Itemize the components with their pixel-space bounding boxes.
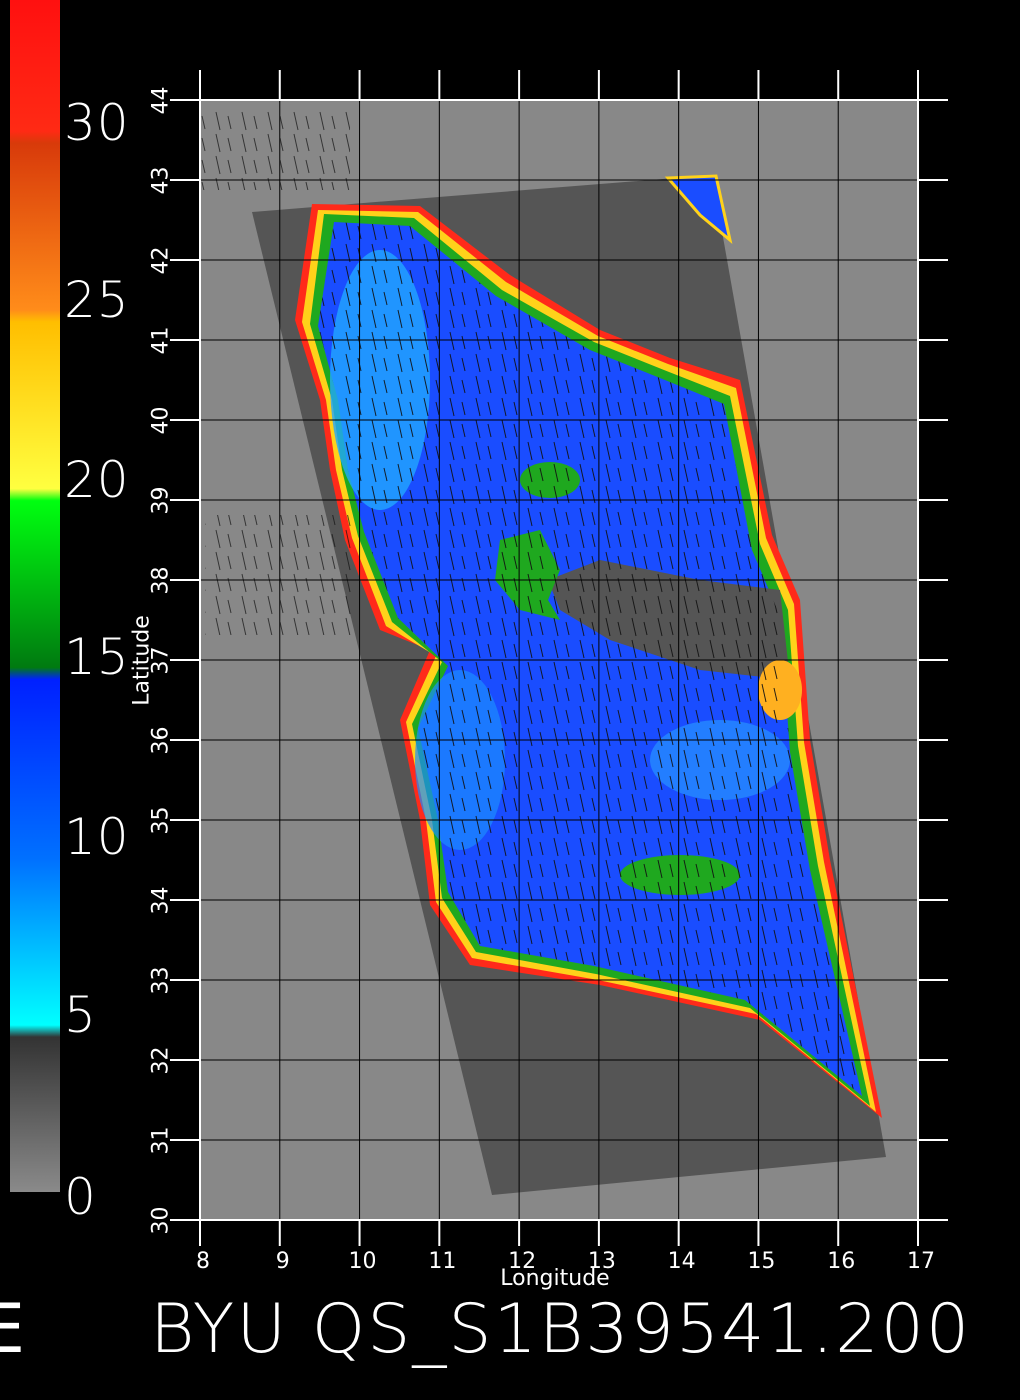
lat-tick-label: 36 bbox=[148, 726, 174, 755]
x-axis-title: Longitude bbox=[500, 1266, 610, 1291]
lon-tick-label: 14 bbox=[667, 1249, 696, 1274]
colorbar-label: 0 bbox=[64, 1168, 97, 1226]
lat-tick-label: 34 bbox=[148, 886, 174, 915]
colorbar bbox=[10, 0, 60, 1192]
lon-tick-label: 17 bbox=[907, 1249, 935, 1274]
colorbar-label: 25 bbox=[64, 271, 130, 329]
footer-edge-text: E bbox=[0, 1290, 25, 1369]
lat-tick-label: 39 bbox=[148, 486, 174, 515]
colorbar-label: 5 bbox=[64, 986, 97, 1044]
lat-tick-label: 31 bbox=[148, 1126, 174, 1155]
lat-tick-label: 43 bbox=[148, 166, 174, 195]
lat-tick-label: 35 bbox=[148, 806, 174, 835]
lon-tick-label: 11 bbox=[428, 1249, 457, 1274]
lon-tick-label: 16 bbox=[827, 1249, 856, 1274]
colorbar-label: 15 bbox=[64, 628, 130, 686]
footer-title: BYU QS_S1B39541.200 bbox=[150, 1290, 972, 1369]
lat-tick-label: 42 bbox=[148, 246, 174, 275]
land-wind-vectors-north bbox=[200, 110, 350, 190]
lon-tick-label: 10 bbox=[348, 1249, 377, 1274]
y-axis-title: Latitude bbox=[129, 615, 155, 706]
lat-tick-label: 33 bbox=[148, 966, 174, 995]
lon-tick-label: 9 bbox=[275, 1249, 290, 1274]
lat-tick-label: 41 bbox=[148, 326, 174, 355]
lon-tick-label: 15 bbox=[747, 1249, 776, 1274]
colorbar-label: 10 bbox=[64, 808, 130, 866]
colorbar-label: 30 bbox=[64, 94, 130, 152]
lat-tick-label: 40 bbox=[148, 406, 174, 435]
lon-tick-label: 8 bbox=[196, 1249, 210, 1274]
colorbar-label: 20 bbox=[64, 451, 130, 509]
lat-tick-label: 32 bbox=[148, 1046, 174, 1075]
lat-tick-label: 38 bbox=[148, 566, 174, 595]
lat-tick-label: 44 bbox=[148, 86, 174, 115]
lat-tick-label: 30 bbox=[148, 1206, 174, 1235]
